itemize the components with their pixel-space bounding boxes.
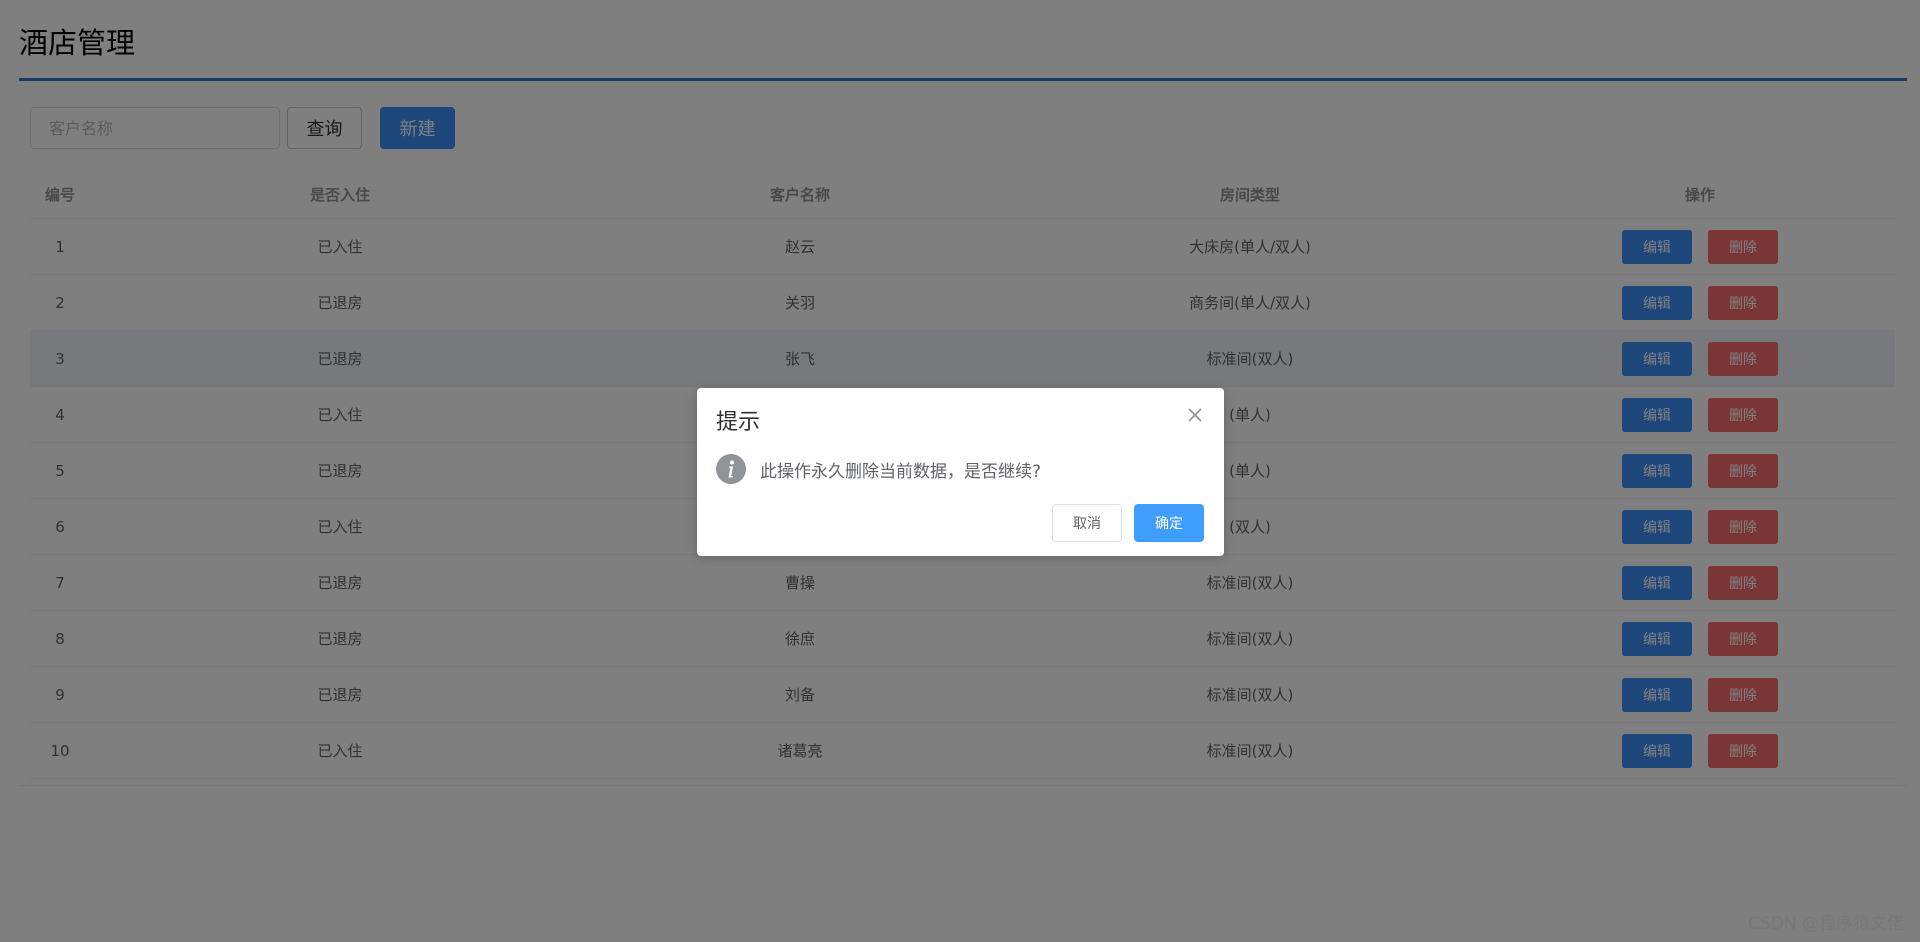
page: 酒店管理 查询 新建 编号 是否入住 客户名称 房间类型 操作 1已入住赵云大床… [0, 0, 1920, 942]
cancel-button[interactable]: 取消 [1052, 504, 1122, 542]
dialog-title: 提示 [716, 410, 761, 435]
close-icon[interactable] [1186, 406, 1204, 424]
confirm-dialog: 提示 此操作永久删除当前数据，是否继续? 取消 确定 [697, 388, 1224, 556]
dialog-message: 此操作永久删除当前数据，是否继续? [760, 461, 1042, 482]
dialog-body: 此操作永久删除当前数据，是否继续? [716, 454, 1041, 484]
info-icon [716, 454, 746, 484]
confirm-button[interactable]: 确定 [1134, 504, 1204, 542]
